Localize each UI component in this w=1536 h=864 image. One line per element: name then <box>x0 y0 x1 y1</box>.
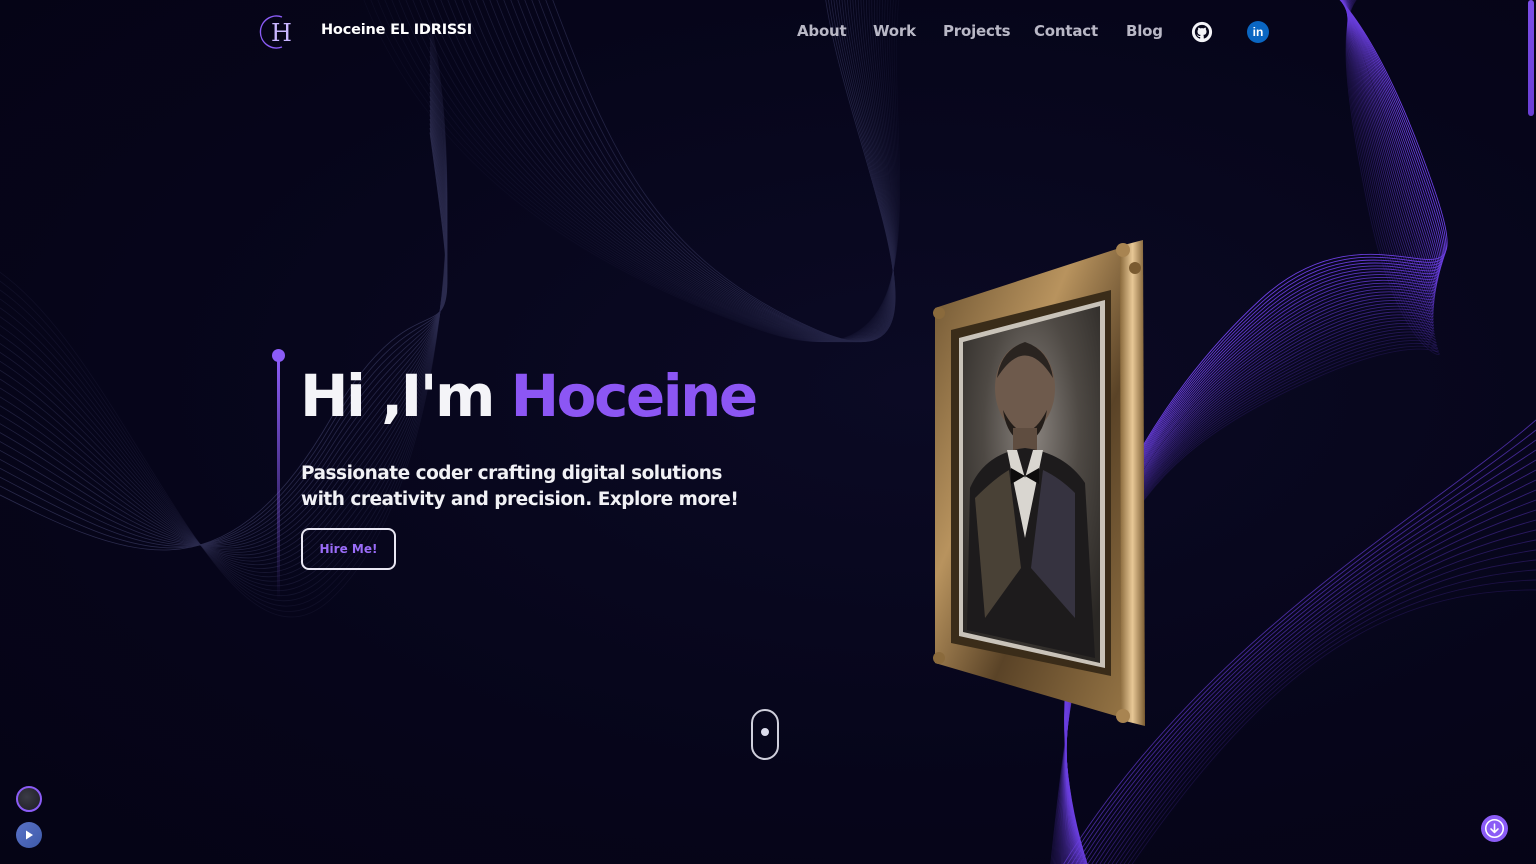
page-scrollbar[interactable] <box>1528 0 1534 116</box>
hero-subtitle: Passionate coder crafting digital soluti… <box>301 463 739 510</box>
mouse-scroll-dot <box>761 728 769 736</box>
hero-title: Hi ,I'm Hoceine <box>300 362 759 430</box>
nav-contact[interactable]: Contact <box>1034 22 1098 40</box>
portrait-frame-image <box>933 240 1145 726</box>
scroll-down-button[interactable] <box>1481 815 1508 842</box>
nav-blog[interactable]: Blog <box>1126 22 1163 40</box>
brand-name[interactable]: Hoceine EL IDRISSI <box>321 22 472 38</box>
github-icon[interactable] <box>1191 21 1213 43</box>
play-button[interactable] <box>16 822 42 848</box>
hero-name: Hoceine <box>510 362 759 430</box>
timeline-line <box>277 360 280 600</box>
mouse-scroll-icon[interactable] <box>751 709 779 760</box>
page: H Hoceine EL IDRISSI About Work Projects… <box>0 0 1536 864</box>
logo-icon[interactable]: H <box>258 14 298 50</box>
arrow-down-circle-icon <box>1484 818 1505 839</box>
linkedin-icon-text: in <box>1252 25 1264 39</box>
hire-me-button[interactable]: Hire Me! <box>301 528 396 570</box>
theme-orb-icon[interactable] <box>16 786 42 812</box>
hero-greeting: Hi ,I'm <box>300 362 511 430</box>
linkedin-icon[interactable]: in <box>1247 21 1269 43</box>
nav-about[interactable]: About <box>797 22 847 40</box>
play-icon <box>26 830 33 840</box>
nav-work[interactable]: Work <box>873 22 916 40</box>
logo-letter: H <box>271 19 292 47</box>
nav-projects[interactable]: Projects <box>943 22 1011 40</box>
